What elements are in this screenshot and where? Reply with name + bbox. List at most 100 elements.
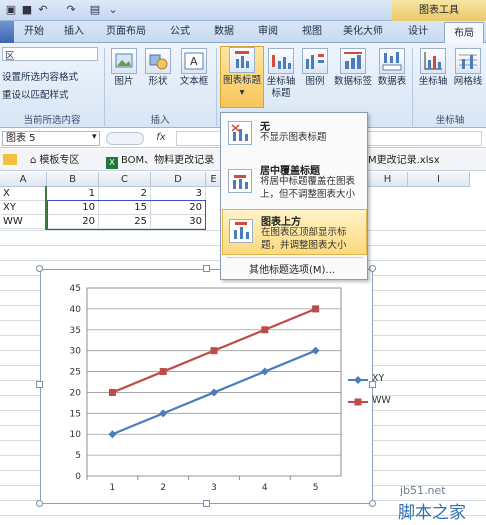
data-table-button[interactable]: 数据表 bbox=[376, 48, 408, 88]
menu-item-none[interactable]: 无 不显示图表标题 bbox=[222, 115, 367, 155]
print-preview-icon[interactable]: ▤ bbox=[88, 3, 102, 17]
legend-button[interactable]: 图例 bbox=[300, 48, 330, 88]
no-title-icon bbox=[228, 121, 252, 145]
file-tab-changes[interactable]: M更改记录.xlsx bbox=[368, 152, 440, 169]
legend-marker bbox=[354, 398, 362, 406]
series-name-range-highlight bbox=[0, 186, 47, 230]
tab-formulas[interactable]: 公式 bbox=[160, 21, 200, 43]
resize-handle[interactable] bbox=[203, 500, 210, 507]
more-title-options[interactable]: 其他标题选项(M)... bbox=[249, 261, 335, 276]
resize-handle[interactable] bbox=[36, 500, 43, 507]
undo-icon[interactable]: ↶ bbox=[36, 3, 50, 17]
cell[interactable]: 2 bbox=[99, 187, 151, 201]
menu-item-above-chart[interactable]: 图表上方 在图表区顶部显示标题，并调整图表大小 bbox=[222, 209, 367, 255]
gridlines-icon bbox=[455, 48, 481, 74]
file-tab-bom[interactable]: X BOM、物料更改记录 bbox=[106, 152, 214, 169]
chevron-down-icon[interactable]: ▾ bbox=[92, 132, 97, 142]
y-tick-label: 5 bbox=[75, 451, 81, 461]
excel-app-icon[interactable]: ▣ bbox=[4, 3, 18, 17]
axis-title-icon bbox=[268, 48, 294, 74]
excel-icon: X bbox=[106, 157, 118, 169]
save-icon[interactable]: ■ bbox=[20, 3, 34, 17]
axis-title-button[interactable]: 坐标轴 标题 bbox=[266, 48, 296, 100]
y-tick-label: 15 bbox=[70, 409, 81, 419]
menu-item-description: 将居中标题覆盖在图表上，但不调整图表大小 bbox=[260, 176, 356, 200]
legend-icon bbox=[302, 48, 328, 74]
gridlines-button[interactable]: 网格线 bbox=[452, 48, 484, 88]
x-tick-label: 4 bbox=[262, 483, 268, 493]
group-divider bbox=[412, 48, 413, 126]
chart-title-button[interactable]: 图表标题 ▾ bbox=[220, 46, 264, 108]
chart-title-menu: 无 不显示图表标题 居中覆盖标题 将居中标题覆盖在图表上，但不调整图表大小 图表… bbox=[220, 112, 368, 280]
cell[interactable]: 3 bbox=[151, 187, 206, 201]
tab-design[interactable]: 设计 bbox=[396, 21, 440, 43]
y-tick-label: 20 bbox=[70, 388, 82, 398]
axes-button[interactable]: 坐标轴 bbox=[416, 48, 450, 88]
column-header[interactable]: I bbox=[408, 172, 470, 187]
chart-element-select[interactable]: 区 bbox=[2, 47, 98, 62]
column-header[interactable]: B bbox=[47, 172, 99, 187]
office-button[interactable] bbox=[0, 21, 14, 43]
data-labels-label: 数据标签 bbox=[333, 76, 372, 87]
watermark-text: 脚本之家 bbox=[398, 503, 466, 523]
resize-handle[interactable] bbox=[369, 500, 376, 507]
data-labels-button[interactable]: 数据标签 bbox=[332, 48, 374, 88]
insert-textbox-button[interactable]: A 文本框 bbox=[177, 48, 211, 88]
svg-text:A: A bbox=[190, 55, 198, 68]
folder-icon[interactable] bbox=[3, 154, 17, 165]
format-selection-button[interactable]: 设置所选内容格式 bbox=[2, 69, 78, 83]
insert-picture-button[interactable]: 图片 bbox=[110, 48, 138, 88]
menu-item-centered-overlay[interactable]: 居中覆盖标题 将居中标题覆盖在图表上，但不调整图表大小 bbox=[222, 159, 367, 209]
name-box[interactable]: 图表 5 bbox=[2, 131, 100, 146]
resize-handle[interactable] bbox=[203, 265, 210, 272]
y-tick-label: 45 bbox=[70, 284, 81, 294]
more-commands-icon[interactable]: ⌄ bbox=[106, 3, 120, 17]
y-tick-label: 40 bbox=[70, 305, 82, 315]
legend-label: 图例 bbox=[305, 76, 325, 87]
cell[interactable]: 1 bbox=[47, 187, 99, 201]
column-header[interactable]: C bbox=[99, 172, 151, 187]
data-table-label: 数据表 bbox=[377, 76, 407, 87]
menu-divider bbox=[227, 257, 363, 258]
menu-item-description: 在图表区顶部显示标题，并调整图表大小 bbox=[261, 227, 347, 251]
resize-handle[interactable] bbox=[36, 381, 43, 388]
column-header[interactable]: D bbox=[151, 172, 206, 187]
chart-element-value: 区 bbox=[5, 51, 15, 62]
insert-shapes-button[interactable]: 形状 bbox=[144, 48, 172, 88]
tab-beautify[interactable]: 美化大师 bbox=[336, 21, 390, 43]
data-labels-icon bbox=[340, 48, 366, 74]
file-tab-label: M更改记录.xlsx bbox=[368, 155, 440, 166]
redo-icon[interactable]: ↷ bbox=[64, 3, 78, 17]
data-point-ww bbox=[261, 326, 269, 334]
axes-icon bbox=[420, 48, 446, 74]
axes-label: 坐标轴 bbox=[418, 76, 448, 87]
x-tick-label: 5 bbox=[313, 483, 319, 493]
watermark-url: jb51.net bbox=[400, 484, 446, 497]
tab-layout[interactable]: 布局 bbox=[444, 22, 484, 44]
tab-review[interactable]: 审阅 bbox=[248, 21, 288, 43]
column-header[interactable]: A bbox=[0, 172, 47, 187]
insert-shapes-label: 形状 bbox=[148, 76, 168, 87]
centered-overlay-title-icon bbox=[228, 169, 252, 193]
resize-handle[interactable] bbox=[369, 265, 376, 272]
tab-page-layout[interactable]: 页面布局 bbox=[96, 21, 156, 43]
reset-style-button[interactable]: 重设以匹配样式 bbox=[2, 87, 69, 101]
tab-insert[interactable]: 插入 bbox=[56, 21, 92, 43]
column-header[interactable]: H bbox=[368, 172, 408, 187]
picture-icon bbox=[111, 48, 137, 74]
above-chart-title-icon bbox=[229, 219, 253, 243]
shapes-icon bbox=[145, 48, 171, 74]
textbox-icon: A bbox=[181, 48, 207, 74]
formula-expand-toggle[interactable] bbox=[106, 132, 144, 145]
tab-home[interactable]: 开始 bbox=[16, 21, 52, 43]
chart-area[interactable]: 0 5 10 15 20 25 30 35 40 45 1 2 3 4 5 bbox=[40, 269, 373, 504]
resize-handle[interactable] bbox=[36, 265, 43, 272]
y-tick-label: 10 bbox=[70, 430, 82, 440]
function-icon[interactable]: fx bbox=[150, 131, 172, 146]
tab-view[interactable]: 视图 bbox=[292, 21, 332, 43]
home-icon: ⌂ bbox=[30, 155, 37, 166]
data-range-highlight bbox=[47, 200, 206, 230]
chart-title-icon bbox=[229, 47, 255, 73]
file-tab-templates[interactable]: ⌂ 模板专区 bbox=[30, 152, 79, 169]
tab-data[interactable]: 数据 bbox=[204, 21, 244, 43]
